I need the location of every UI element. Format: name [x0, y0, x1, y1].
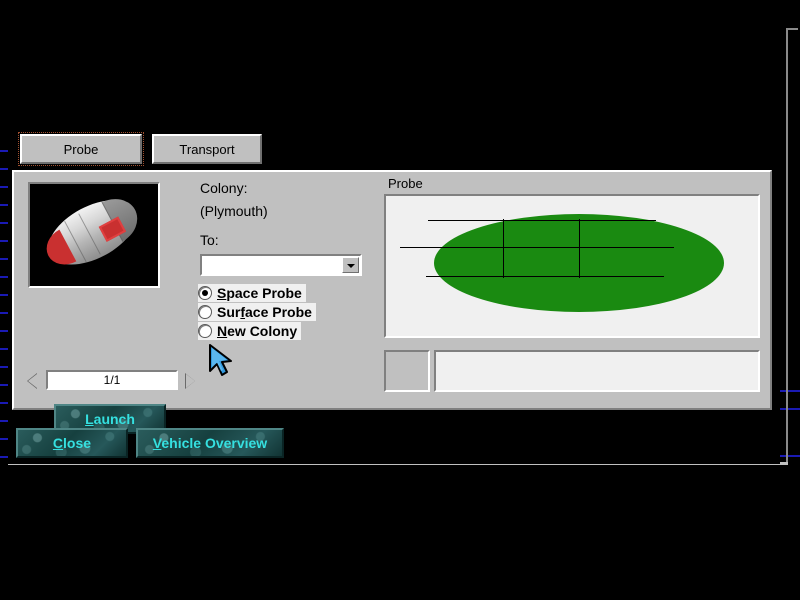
destination-combobox[interactable] — [200, 254, 362, 276]
vehicle-overview-button[interactable]: Vehicle Overview — [136, 428, 284, 458]
radio-new-colony-label: New Colony — [217, 323, 297, 339]
radio-new-colony[interactable]: New Colony — [198, 322, 301, 340]
tab-strip: Probe Transport — [12, 130, 776, 166]
destination-label: To: — [200, 232, 219, 248]
radio-surface-probe[interactable]: Surface Probe — [198, 303, 316, 321]
probe-launch-dialog: Probe Transport — [8, 130, 780, 464]
page-indicator-field[interactable]: 1/1 — [46, 370, 178, 390]
colony-name: (Plymouth) — [200, 203, 268, 219]
probe-status-field[interactable] — [434, 350, 760, 392]
diagram-line — [579, 219, 580, 278]
tab-transport[interactable]: Transport — [152, 134, 262, 164]
radio-indicator — [198, 286, 212, 300]
chevron-down-icon[interactable] — [342, 257, 359, 273]
triangle-left-icon[interactable] — [26, 372, 40, 390]
launch-accel: L — [85, 411, 94, 427]
diagram-line — [426, 276, 664, 277]
triangle-right-icon[interactable] — [184, 372, 198, 390]
page-spinner: 1/1 — [26, 370, 198, 392]
colony-label: Colony: — [200, 180, 247, 196]
tab-probe[interactable]: Probe — [20, 134, 142, 164]
probe-capsule-icon — [38, 187, 150, 283]
diagram-line — [428, 220, 656, 221]
probe-groupbox: Probe — [382, 176, 764, 404]
diagram-line — [400, 247, 674, 248]
probe-thumbnail[interactable] — [28, 182, 160, 288]
probe-groupbox-title: Probe — [386, 176, 425, 191]
radio-indicator — [198, 324, 212, 338]
tab-transport-label: Transport — [179, 142, 234, 157]
probe-status-strip — [384, 348, 760, 394]
launch-label: aunch — [94, 411, 135, 427]
close-button[interactable]: Close — [16, 428, 128, 458]
page-indicator-value: 1/1 — [104, 373, 121, 387]
radio-surface-probe-label: Surface Probe — [217, 304, 312, 320]
desktop-screen: Probe Transport — [0, 0, 800, 600]
tab-probe-label: Probe — [64, 142, 99, 157]
radio-space-probe[interactable]: Space Probe — [198, 284, 306, 302]
radio-space-probe-label: Space Probe — [217, 285, 302, 301]
probe-panel: 1/1 Launch Colony: (Plymouth) To: — [12, 170, 772, 410]
probe-diagram-canvas[interactable] — [384, 194, 760, 338]
radio-indicator — [198, 305, 212, 319]
diagram-line — [503, 219, 504, 278]
window-frame-right — [786, 28, 788, 465]
probe-status-icon-box[interactable] — [384, 350, 430, 392]
